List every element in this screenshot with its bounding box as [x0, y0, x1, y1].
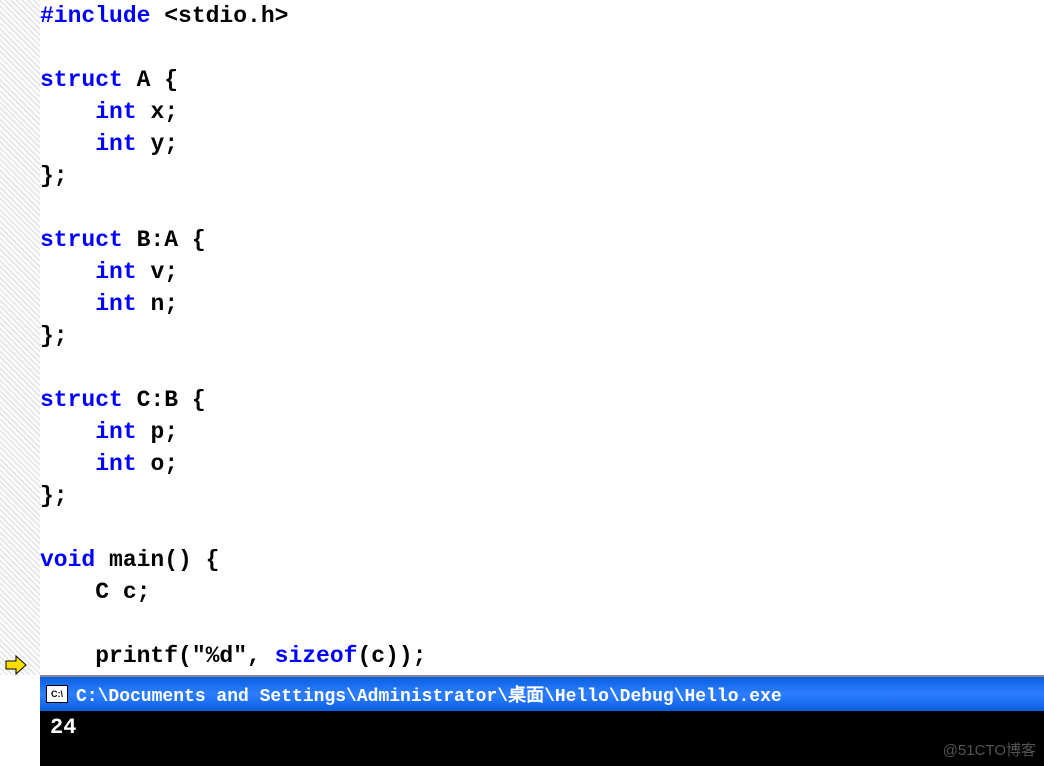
code-content[interactable]: #include <stdio.h> struct A { int x; int… — [40, 0, 1044, 675]
console-output-text: 24 — [50, 715, 76, 740]
editor-gutter — [0, 0, 40, 675]
code-token — [40, 99, 95, 125]
console-window: C:\ C:\Documents and Settings\Administra… — [40, 675, 1044, 764]
code-line[interactable]: struct B:A { — [40, 224, 1044, 256]
code-line[interactable]: struct C:B { — [40, 384, 1044, 416]
code-token — [40, 291, 95, 317]
code-line[interactable]: }; — [40, 480, 1044, 512]
code-token: struct — [40, 387, 123, 413]
code-token: int — [95, 131, 136, 157]
code-token — [40, 451, 95, 477]
code-token: struct — [40, 67, 123, 93]
code-line[interactable]: #include <stdio.h> — [40, 0, 1044, 32]
code-token: (c)); — [357, 643, 426, 669]
code-token: void — [40, 547, 95, 573]
code-token: v; — [137, 259, 178, 285]
code-token: }; — [40, 483, 68, 509]
code-token: int — [95, 451, 136, 477]
code-editor: #include <stdio.h> struct A { int x; int… — [0, 0, 1044, 675]
code-token: sizeof — [275, 643, 358, 669]
code-line[interactable] — [40, 512, 1044, 544]
code-token — [40, 259, 95, 285]
console-output[interactable]: 24 @51CTO博客 — [40, 711, 1044, 766]
code-line[interactable]: int o; — [40, 448, 1044, 480]
code-line[interactable]: int p; — [40, 416, 1044, 448]
code-line[interactable]: struct A { — [40, 64, 1044, 96]
code-token: x; — [137, 99, 178, 125]
code-token: o; — [137, 451, 178, 477]
code-line[interactable]: int x; — [40, 96, 1044, 128]
console-title: C:\Documents and Settings\Administrator\… — [76, 681, 782, 707]
code-line[interactable]: printf("%d", sizeof(c)); — [40, 640, 1044, 672]
code-token: A { — [123, 67, 178, 93]
code-line[interactable] — [40, 32, 1044, 64]
code-token: printf("%d", — [40, 643, 275, 669]
code-token: C c; — [40, 579, 150, 605]
code-token — [40, 131, 95, 157]
code-token: }; — [40, 163, 68, 189]
console-icon: C:\ — [46, 685, 68, 703]
code-token: int — [95, 259, 136, 285]
code-token: #include — [40, 3, 150, 29]
code-token: p; — [137, 419, 178, 445]
code-token: int — [95, 99, 136, 125]
code-line[interactable]: }; — [40, 320, 1044, 352]
code-token: y; — [137, 131, 178, 157]
code-line[interactable]: int n; — [40, 288, 1044, 320]
code-line[interactable] — [40, 192, 1044, 224]
code-token: int — [95, 291, 136, 317]
code-token: int — [95, 419, 136, 445]
code-token — [40, 419, 95, 445]
code-line[interactable]: int y; — [40, 128, 1044, 160]
code-line[interactable]: }; — [40, 160, 1044, 192]
execution-arrow-icon — [4, 655, 28, 675]
watermark: @51CTO博客 — [943, 739, 1036, 760]
code-line[interactable]: C c; — [40, 576, 1044, 608]
code-line[interactable]: void main() { — [40, 544, 1044, 576]
code-line[interactable] — [40, 352, 1044, 384]
code-token: }; — [40, 323, 68, 349]
code-token: struct — [40, 227, 123, 253]
code-line[interactable]: int v; — [40, 256, 1044, 288]
code-token: B:A { — [123, 227, 206, 253]
code-token: C:B { — [123, 387, 206, 413]
code-token: n; — [137, 291, 178, 317]
code-line[interactable] — [40, 608, 1044, 640]
console-titlebar[interactable]: C:\ C:\Documents and Settings\Administra… — [40, 677, 1044, 711]
code-token: main() { — [95, 547, 219, 573]
code-token: <stdio.h> — [150, 3, 288, 29]
